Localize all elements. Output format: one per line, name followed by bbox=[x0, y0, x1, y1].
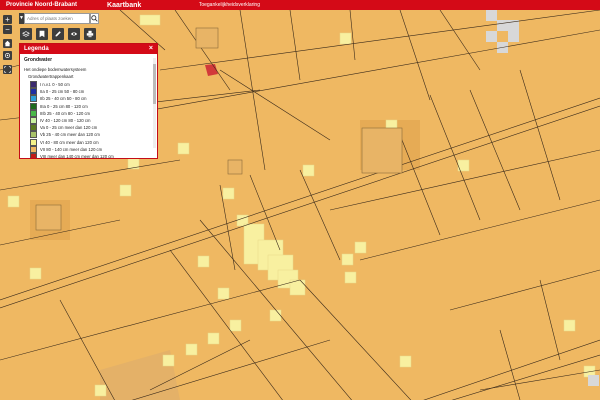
legend-swatch bbox=[30, 109, 37, 117]
toolbar bbox=[20, 28, 96, 40]
legend-panel: Legenda × Grondwater Het ondiepe bodemwa… bbox=[19, 43, 158, 159]
legend-swatch bbox=[30, 102, 37, 110]
legend-item-label: IIIb 25 - 40 cm 80 - 120 cm bbox=[40, 110, 91, 116]
legend-scroll-thumb[interactable] bbox=[153, 64, 156, 104]
legend-swatch bbox=[30, 152, 37, 158]
legend-group-label: Grondwatertrappenkaart bbox=[28, 74, 74, 79]
home-icon bbox=[4, 40, 11, 47]
search-bar: ▼ bbox=[19, 13, 99, 24]
legend-swatch bbox=[30, 145, 37, 153]
view-tool[interactable] bbox=[68, 28, 80, 40]
brand-name: Provincie Noord-Brabant bbox=[6, 2, 78, 8]
top-links: Toegankelijkheidsverklaring bbox=[199, 2, 260, 8]
legend-subtitle: Het ondiepe bodemwatersysteem bbox=[24, 67, 87, 72]
locate-icon bbox=[5, 53, 10, 58]
locate-button[interactable] bbox=[3, 51, 12, 60]
legend-swatch bbox=[30, 131, 37, 139]
bookmark-icon bbox=[39, 30, 45, 38]
legend-scrollbar[interactable] bbox=[153, 58, 156, 148]
legend-item: IIb 25 - 40 cm 50 - 80 cm bbox=[30, 95, 153, 103]
layers-tool[interactable] bbox=[20, 28, 32, 40]
legend-layer-title: Grondwater bbox=[24, 57, 53, 63]
legend-item: VIII meer dan 140 cm meer dan 120 cm bbox=[30, 152, 153, 158]
legend-item: IIIb 25 - 40 cm 80 - 120 cm bbox=[30, 109, 153, 117]
home-button[interactable] bbox=[3, 39, 12, 48]
app-title: Kaartbank bbox=[107, 1, 142, 9]
legend-swatch bbox=[30, 88, 37, 96]
print-tool[interactable] bbox=[84, 28, 96, 40]
legend-item: IIIa 0 - 25 cm 80 - 120 cm bbox=[30, 102, 153, 110]
draw-tool[interactable] bbox=[52, 28, 64, 40]
layers-icon bbox=[22, 31, 30, 37]
legend-item: VII 80 - 140 cm meer dan 120 cm bbox=[30, 145, 153, 153]
legend-swatch bbox=[30, 95, 37, 103]
search-icon bbox=[91, 15, 98, 22]
legend-item: IV 40 - 120 cm 80 - 120 cm bbox=[30, 117, 153, 125]
accessibility-link[interactable]: Toegankelijkheidsverklaring bbox=[199, 2, 260, 8]
legend-item: Va 0 - 25 cm meer dan 120 cm bbox=[30, 124, 153, 132]
fullscreen-icon bbox=[4, 66, 11, 73]
legend-item-label: VIII meer dan 140 cm meer dan 120 cm bbox=[40, 153, 114, 158]
legend-items: I n.v.t. 0 - 50 cm IIa 0 - 25 cm 50 - 80 … bbox=[24, 81, 153, 158]
top-bar: Provincie Noord-Brabant Kaartbank Toegan… bbox=[0, 0, 600, 10]
zoom-out-button[interactable]: − bbox=[3, 25, 12, 34]
legend-close-button[interactable]: × bbox=[149, 44, 153, 54]
search-input[interactable] bbox=[24, 13, 90, 24]
legend-item-label: VII 80 - 140 cm meer dan 120 cm bbox=[40, 146, 103, 152]
printer-icon bbox=[86, 30, 94, 38]
legend-item-label: IV 40 - 120 cm 80 - 120 cm bbox=[40, 118, 91, 124]
bookmark-tool[interactable] bbox=[36, 28, 48, 40]
legend-title: Legenda bbox=[24, 46, 49, 52]
legend-item: VI 40 - 80 cm meer dan 120 cm bbox=[30, 138, 153, 146]
legend-swatch bbox=[30, 117, 37, 125]
legend-swatch bbox=[30, 81, 37, 89]
legend-item: Vb 25 - 40 cm meer dan 120 cm bbox=[30, 131, 153, 139]
fullscreen-button[interactable] bbox=[3, 65, 12, 74]
pencil-icon bbox=[55, 31, 61, 37]
search-button[interactable] bbox=[90, 13, 99, 24]
legend-swatch bbox=[30, 138, 37, 146]
legend-item-label: Va 0 - 25 cm meer dan 120 cm bbox=[40, 125, 98, 131]
legend-item-label: VI 40 - 80 cm meer dan 120 cm bbox=[40, 139, 99, 145]
legend-swatch bbox=[30, 124, 37, 132]
legend-header: Legenda × bbox=[20, 44, 157, 54]
legend-item-label: IIIa 0 - 25 cm 80 - 120 cm bbox=[40, 103, 88, 109]
legend-item: IIa 0 - 25 cm 50 - 80 cm bbox=[30, 88, 153, 96]
legend-item-label: Vb 25 - 40 cm meer dan 120 cm bbox=[40, 132, 100, 138]
legend-body[interactable]: Grondwater Het ondiepe bodemwatersysteem… bbox=[20, 54, 157, 158]
legend-item-label: I n.v.t. 0 - 50 cm bbox=[40, 82, 70, 88]
zoom-in-button[interactable]: + bbox=[3, 15, 12, 24]
legend-item-label: IIa 0 - 25 cm 50 - 80 cm bbox=[40, 89, 85, 95]
legend-item: I n.v.t. 0 - 50 cm bbox=[30, 81, 153, 89]
eye-icon bbox=[70, 32, 78, 36]
legend-item-label: IIb 25 - 40 cm 50 - 80 cm bbox=[40, 96, 87, 102]
